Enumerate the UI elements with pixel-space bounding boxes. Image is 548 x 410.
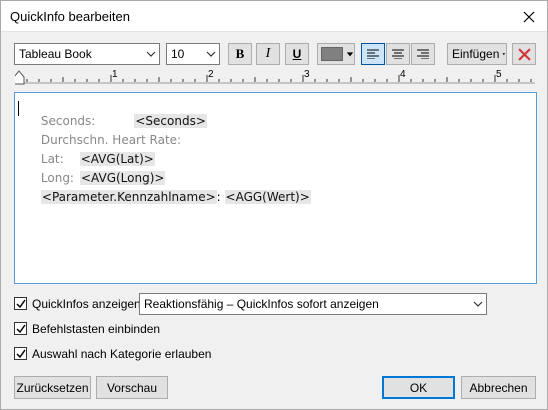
chevron-down-icon bbox=[206, 51, 216, 57]
ruler-mark: 3 bbox=[304, 69, 310, 80]
tooltip-text-editor[interactable]: Seconds: <Seconds> Durchschn. Heart Rate:… bbox=[14, 92, 537, 284]
checkmark-icon bbox=[16, 324, 26, 334]
preview-button[interactable]: Vorschau bbox=[96, 376, 168, 399]
select-by-category-label[interactable]: Auswahl nach Kategorie erlauben bbox=[32, 347, 211, 361]
ok-label: OK bbox=[409, 380, 428, 395]
font-size-value: 10 bbox=[171, 47, 185, 61]
align-center-button[interactable] bbox=[386, 43, 410, 65]
align-right-button[interactable] bbox=[411, 43, 435, 65]
command-buttons-label[interactable]: Befehlstasten einbinden bbox=[32, 322, 160, 336]
checkmark-icon bbox=[16, 299, 26, 309]
select-by-category-checkbox[interactable] bbox=[14, 347, 27, 360]
field-token: <Parameter.Kennzahlname> bbox=[40, 190, 217, 204]
chevron-down-icon bbox=[473, 301, 483, 307]
align-left-icon bbox=[367, 49, 379, 59]
tooltip-mode-value: Reaktionsfähig – QuickInfos sofort anzei… bbox=[144, 297, 379, 311]
field-token: <AGG(Wert)> bbox=[224, 190, 311, 204]
checkmark-icon bbox=[16, 349, 26, 359]
insert-dropdown-button[interactable]: Einfügen bbox=[447, 43, 507, 65]
tooltip-mode-dropdown[interactable]: Reaktionsfähig – QuickInfos sofort anzei… bbox=[139, 293, 487, 315]
insert-label: Einfügen bbox=[452, 47, 500, 61]
editor-line: <Parameter.Kennzahlname>: <AGG(Wert)> bbox=[18, 176, 311, 218]
ruler-mark: 2 bbox=[208, 69, 214, 80]
ruler-ticks bbox=[15, 70, 535, 85]
chevron-down-icon bbox=[146, 51, 156, 57]
command-buttons-checkbox[interactable] bbox=[14, 322, 27, 335]
align-center-icon bbox=[392, 49, 404, 59]
font-size-dropdown[interactable]: 10 bbox=[166, 43, 220, 65]
italic-icon: I bbox=[265, 46, 271, 61]
color-swatch bbox=[321, 47, 343, 61]
clear-button[interactable] bbox=[512, 43, 536, 65]
tooltip-edit-dialog: QuickInfo bearbeiten Tableau Book 10 B I… bbox=[0, 0, 548, 410]
reset-button[interactable]: Zurücksetzen bbox=[14, 376, 91, 399]
align-left-button[interactable] bbox=[361, 43, 385, 65]
show-tooltips-label[interactable]: QuickInfos anzeigen bbox=[32, 297, 141, 311]
preview-label: Vorschau bbox=[106, 380, 158, 395]
text-color-button[interactable] bbox=[317, 43, 355, 65]
close-button[interactable] bbox=[511, 1, 547, 32]
reset-label: Zurücksetzen bbox=[16, 380, 89, 395]
cancel-label: Abbrechen bbox=[469, 380, 528, 395]
font-family-dropdown[interactable]: Tableau Book bbox=[14, 43, 160, 65]
show-tooltips-checkbox[interactable] bbox=[14, 297, 27, 310]
align-right-icon bbox=[417, 49, 429, 59]
clear-x-icon bbox=[517, 47, 531, 61]
ok-button[interactable]: OK bbox=[382, 376, 455, 399]
bold-icon: B bbox=[235, 46, 245, 61]
bold-button[interactable]: B bbox=[228, 43, 252, 65]
close-icon bbox=[523, 11, 535, 22]
indent-marker-icon bbox=[15, 70, 25, 85]
underline-button[interactable]: U bbox=[285, 43, 309, 65]
caret-down-icon bbox=[502, 53, 506, 56]
italic-button[interactable]: I bbox=[256, 43, 280, 65]
cancel-button[interactable]: Abbrechen bbox=[461, 376, 536, 399]
ruler-mark: 1 bbox=[112, 69, 118, 80]
ruler-mark: 5 bbox=[496, 69, 502, 80]
font-family-value: Tableau Book bbox=[19, 47, 92, 61]
ruler-mark: 4 bbox=[400, 69, 406, 80]
dialog-title: QuickInfo bearbeiten bbox=[10, 9, 130, 24]
caret-down-icon bbox=[346, 52, 354, 57]
ruler[interactable]: 1 2 3 4 5 bbox=[15, 67, 535, 85]
underline-icon: U bbox=[292, 47, 302, 61]
title-bar: QuickInfo bearbeiten bbox=[1, 1, 547, 32]
separator: : bbox=[216, 190, 221, 204]
